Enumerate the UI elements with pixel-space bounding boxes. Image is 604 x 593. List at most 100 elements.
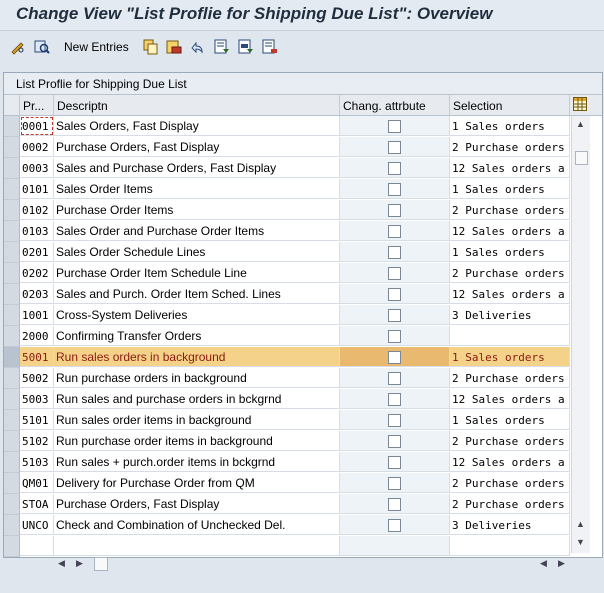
cell-description[interactable]: Run sales and purchase orders in bckgrnd [54,389,340,409]
cell-selection[interactable]: 2 Purchase orders [450,431,570,451]
change-attribute-checkbox[interactable] [388,204,401,217]
cell-description[interactable]: Sales Order Schedule Lines [54,242,340,262]
row-selector[interactable] [4,431,20,452]
table-row[interactable]: UNCO Check and Combination of Unchecked D… [4,515,570,536]
row-selector[interactable] [4,221,20,242]
cell-selection[interactable]: 2 Purchase orders [450,137,570,157]
horizontal-scroll-thumb[interactable] [94,557,108,571]
column-header-description[interactable]: Descriptn [54,95,340,116]
cell-description[interactable]: Run purchase orders in background [54,368,340,388]
change-attribute-checkbox[interactable] [388,141,401,154]
cell-description[interactable]: Confirming Transfer Orders [54,326,340,346]
cell-description[interactable]: Run purchase order items in background [54,431,340,451]
cell-selection[interactable]: 2 Purchase orders [450,473,570,493]
copy-icon[interactable] [143,39,159,55]
scroll-right-icon[interactable]: ▶ [558,558,565,569]
cell-description[interactable]: Sales Orders, Fast Display [54,116,340,136]
change-attribute-checkbox[interactable] [388,267,401,280]
cell-selection[interactable]: 12 Sales orders a [450,158,570,178]
change-attribute-checkbox[interactable] [388,183,401,196]
new-entries-button[interactable]: New Entries [64,40,129,54]
row-selector[interactable] [4,200,20,221]
change-attribute-checkbox[interactable] [388,351,401,364]
cell-profile[interactable]: 5002 [20,368,54,388]
vertical-scrollbar[interactable]: ▲ ▲ ▼ [571,116,590,553]
change-attribute-checkbox[interactable] [388,414,401,427]
column-header-change-attribute[interactable]: Chang. attrbute [340,95,450,116]
row-selector[interactable] [4,536,20,557]
change-attribute-checkbox[interactable] [388,435,401,448]
cell-description[interactable]: Sales and Purchase Orders, Fast Display [54,158,340,178]
row-selector[interactable] [4,389,20,410]
table-row[interactable]: 0003 Sales and Purchase Orders, Fast Disp… [4,158,570,179]
cell-selection[interactable]: 2 Purchase orders [450,494,570,514]
cell-selection[interactable]: 2 Purchase orders [450,368,570,388]
cell-selection[interactable]: 12 Sales orders a [450,284,570,304]
scroll-up-icon[interactable]: ▲ [576,119,585,129]
change-attribute-checkbox[interactable] [388,372,401,385]
cell-selection[interactable]: 12 Sales orders a [450,452,570,472]
cell-profile[interactable]: 2000 [20,326,54,346]
row-selector[interactable] [4,473,20,494]
column-header-profile[interactable]: Pr... [20,95,54,116]
cell-description[interactable]: Purchase Order Items [54,200,340,220]
cell-profile[interactable] [20,536,54,556]
column-header-selection[interactable]: Selection [450,95,570,116]
cell-profile[interactable]: 1001 [20,305,54,325]
row-selector[interactable] [4,242,20,263]
table-row[interactable]: 1001 Cross-System Deliveries 3 Deliveries [4,305,570,326]
vertical-scroll-thumb[interactable] [575,151,588,165]
change-attribute-checkbox[interactable] [388,330,401,343]
change-attribute-checkbox[interactable] [388,456,401,469]
table-row[interactable]: 5103 Run sales + purch.order items in bck… [4,452,570,473]
cell-description[interactable]: Purchase Order Item Schedule Line [54,263,340,283]
scroll-right-small-icon[interactable]: ▶ [76,558,83,569]
table-row[interactable]: 5101 Run sales order items in background 1… [4,410,570,431]
cell-profile[interactable]: 0102 [20,200,54,220]
scroll-left-end-icon[interactable]: ◀ [540,558,547,569]
table-row[interactable]: 5102 Run purchase order items in backgrou… [4,431,570,452]
cell-selection[interactable] [450,326,570,346]
cell-profile[interactable]: 5003 [20,389,54,409]
table-row[interactable]: 0102 Purchase Order Items 2 Purchase order… [4,200,570,221]
table-row[interactable] [4,536,570,557]
cell-description[interactable]: Sales Order and Purchase Order Items [54,221,340,241]
cell-profile[interactable]: 0101 [20,179,54,199]
cell-profile[interactable]: QM01 [20,473,54,493]
change-attribute-checkbox[interactable] [388,309,401,322]
select-all-rows-button[interactable] [4,95,20,116]
cell-profile[interactable]: 5101 [20,410,54,430]
table-row[interactable]: 0202 Purchase Order Item Schedule Line 2 P… [4,263,570,284]
change-attribute-checkbox[interactable] [388,498,401,511]
table-row[interactable]: 5003 Run sales and purchase orders in bck… [4,389,570,410]
table-row[interactable]: 0001 Sales Orders, Fast Display 1 Sales or… [4,116,570,137]
row-selector[interactable] [4,305,20,326]
horizontal-scrollbar[interactable]: ◀ ▶ ◀ ▶ [54,556,584,572]
cell-selection[interactable] [450,536,570,556]
cell-selection[interactable]: 1 Sales orders [450,116,570,136]
select-block-icon[interactable] [238,39,254,55]
table-row[interactable]: QM01 Delivery for Purchase Order from QM 2… [4,473,570,494]
cell-description[interactable]: Purchase Orders, Fast Display [54,494,340,514]
cell-profile[interactable]: 0202 [20,263,54,283]
cell-description[interactable]: Cross-System Deliveries [54,305,340,325]
cell-profile[interactable]: 5103 [20,452,54,472]
row-selector[interactable] [4,137,20,158]
change-attribute-checkbox[interactable] [388,288,401,301]
row-selector[interactable] [4,515,20,536]
cell-description[interactable]: Purchase Orders, Fast Display [54,137,340,157]
row-selector[interactable] [4,494,20,515]
row-selector[interactable] [4,263,20,284]
row-selector[interactable] [4,326,20,347]
delete-icon[interactable] [166,39,182,55]
undo-icon[interactable] [189,39,205,55]
cell-profile[interactable]: STOA [20,494,54,514]
cell-profile[interactable]: UNCO [20,515,54,535]
table-row[interactable]: 2000 Confirming Transfer Orders [4,326,570,347]
cell-profile[interactable]: 0003 [20,158,54,178]
cell-selection[interactable]: 1 Sales orders [450,179,570,199]
table-row[interactable]: 0203 Sales and Purch. Order Item Sched. L… [4,284,570,305]
cell-selection[interactable]: 12 Sales orders a [450,389,570,409]
table-row[interactable]: 0101 Sales Order Items 1 Sales orders [4,179,570,200]
table-row[interactable]: 5002 Run purchase orders in background 2 P… [4,368,570,389]
